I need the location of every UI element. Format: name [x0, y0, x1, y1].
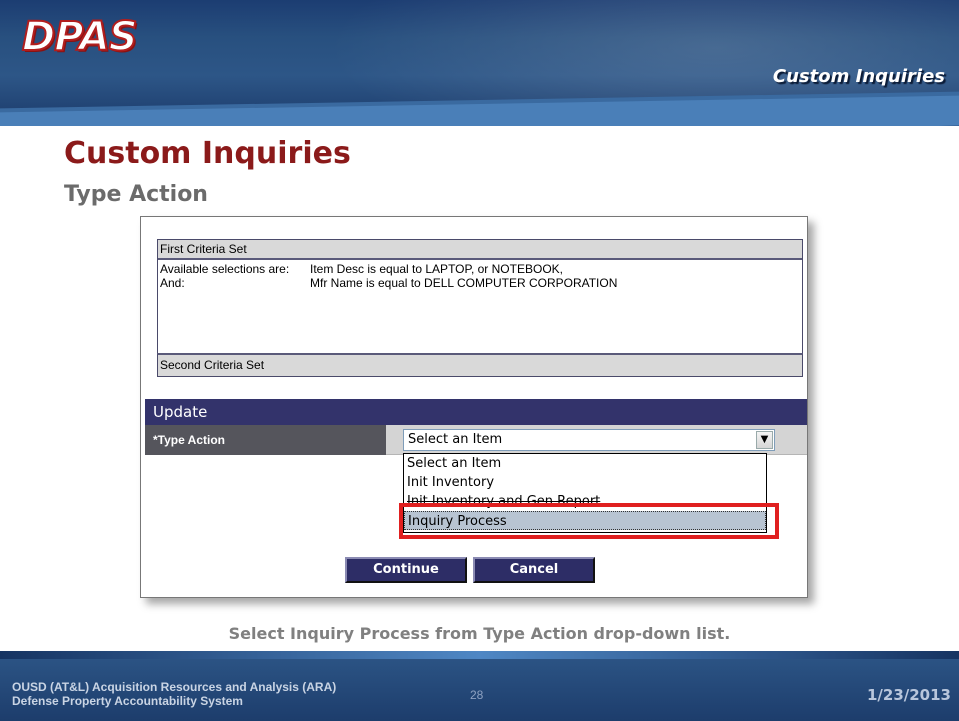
header-swoosh	[0, 95, 959, 126]
continue-button[interactable]: Continue	[345, 557, 467, 583]
first-criteria-set: First Criteria Set Available selections …	[157, 239, 803, 357]
dpas-logo: DPAS	[21, 13, 139, 61]
select-value: Select an Item	[408, 432, 503, 447]
criteria-body: Available selections are: Item Desc is e…	[158, 260, 802, 292]
dropdown-option-init-inventory[interactable]: Init Inventory	[404, 473, 766, 492]
first-criteria-header: First Criteria Set	[158, 240, 802, 260]
update-section-header: Update	[145, 399, 807, 425]
page-subtitle: Type Action	[64, 182, 208, 207]
type-action-select[interactable]: Select an Item ▼	[403, 429, 775, 451]
footer-line-2: Defense Property Accountability System	[12, 694, 243, 708]
type-action-row: *Type Action Select an Item ▼	[145, 425, 807, 455]
chevron-down-icon[interactable]: ▼	[756, 431, 773, 449]
highlight-callout-box	[399, 503, 779, 539]
slide-header-title: Custom Inquiries	[772, 66, 945, 87]
header-band: DPAS Custom Inquiries	[0, 0, 959, 126]
second-criteria-set[interactable]: Second Criteria Set	[157, 353, 803, 377]
criteria-key: And:	[160, 276, 185, 290]
dropdown-option-select-an-item[interactable]: Select an Item	[404, 454, 766, 473]
slide-caption: Select Inquiry Process from Type Action …	[228, 624, 731, 643]
footer-stripe	[0, 651, 959, 659]
criteria-value: Item Desc is equal to LAPTOP, or NOTEBOO…	[310, 262, 563, 276]
criteria-row: And: Mfr Name is equal to DELL COMPUTER …	[160, 276, 800, 290]
criteria-value: Mfr Name is equal to DELL COMPUTER CORPO…	[310, 276, 618, 290]
footer-line-1: OUSD (AT&L) Acquisition Resources and An…	[12, 680, 337, 694]
criteria-row: Available selections are: Item Desc is e…	[160, 262, 800, 276]
footer-organization: OUSD (AT&L) Acquisition Resources and An…	[12, 680, 336, 708]
criteria-key: Available selections are:	[160, 262, 290, 276]
page-title: Custom Inquiries	[64, 136, 351, 171]
slide-page-number: 28	[470, 688, 484, 702]
cancel-button[interactable]: Cancel	[473, 557, 595, 583]
slide-date: 1/23/2013	[866, 686, 951, 704]
type-action-label: *Type Action	[145, 425, 386, 455]
screenshot-panel: First Criteria Set Available selections …	[140, 216, 808, 598]
